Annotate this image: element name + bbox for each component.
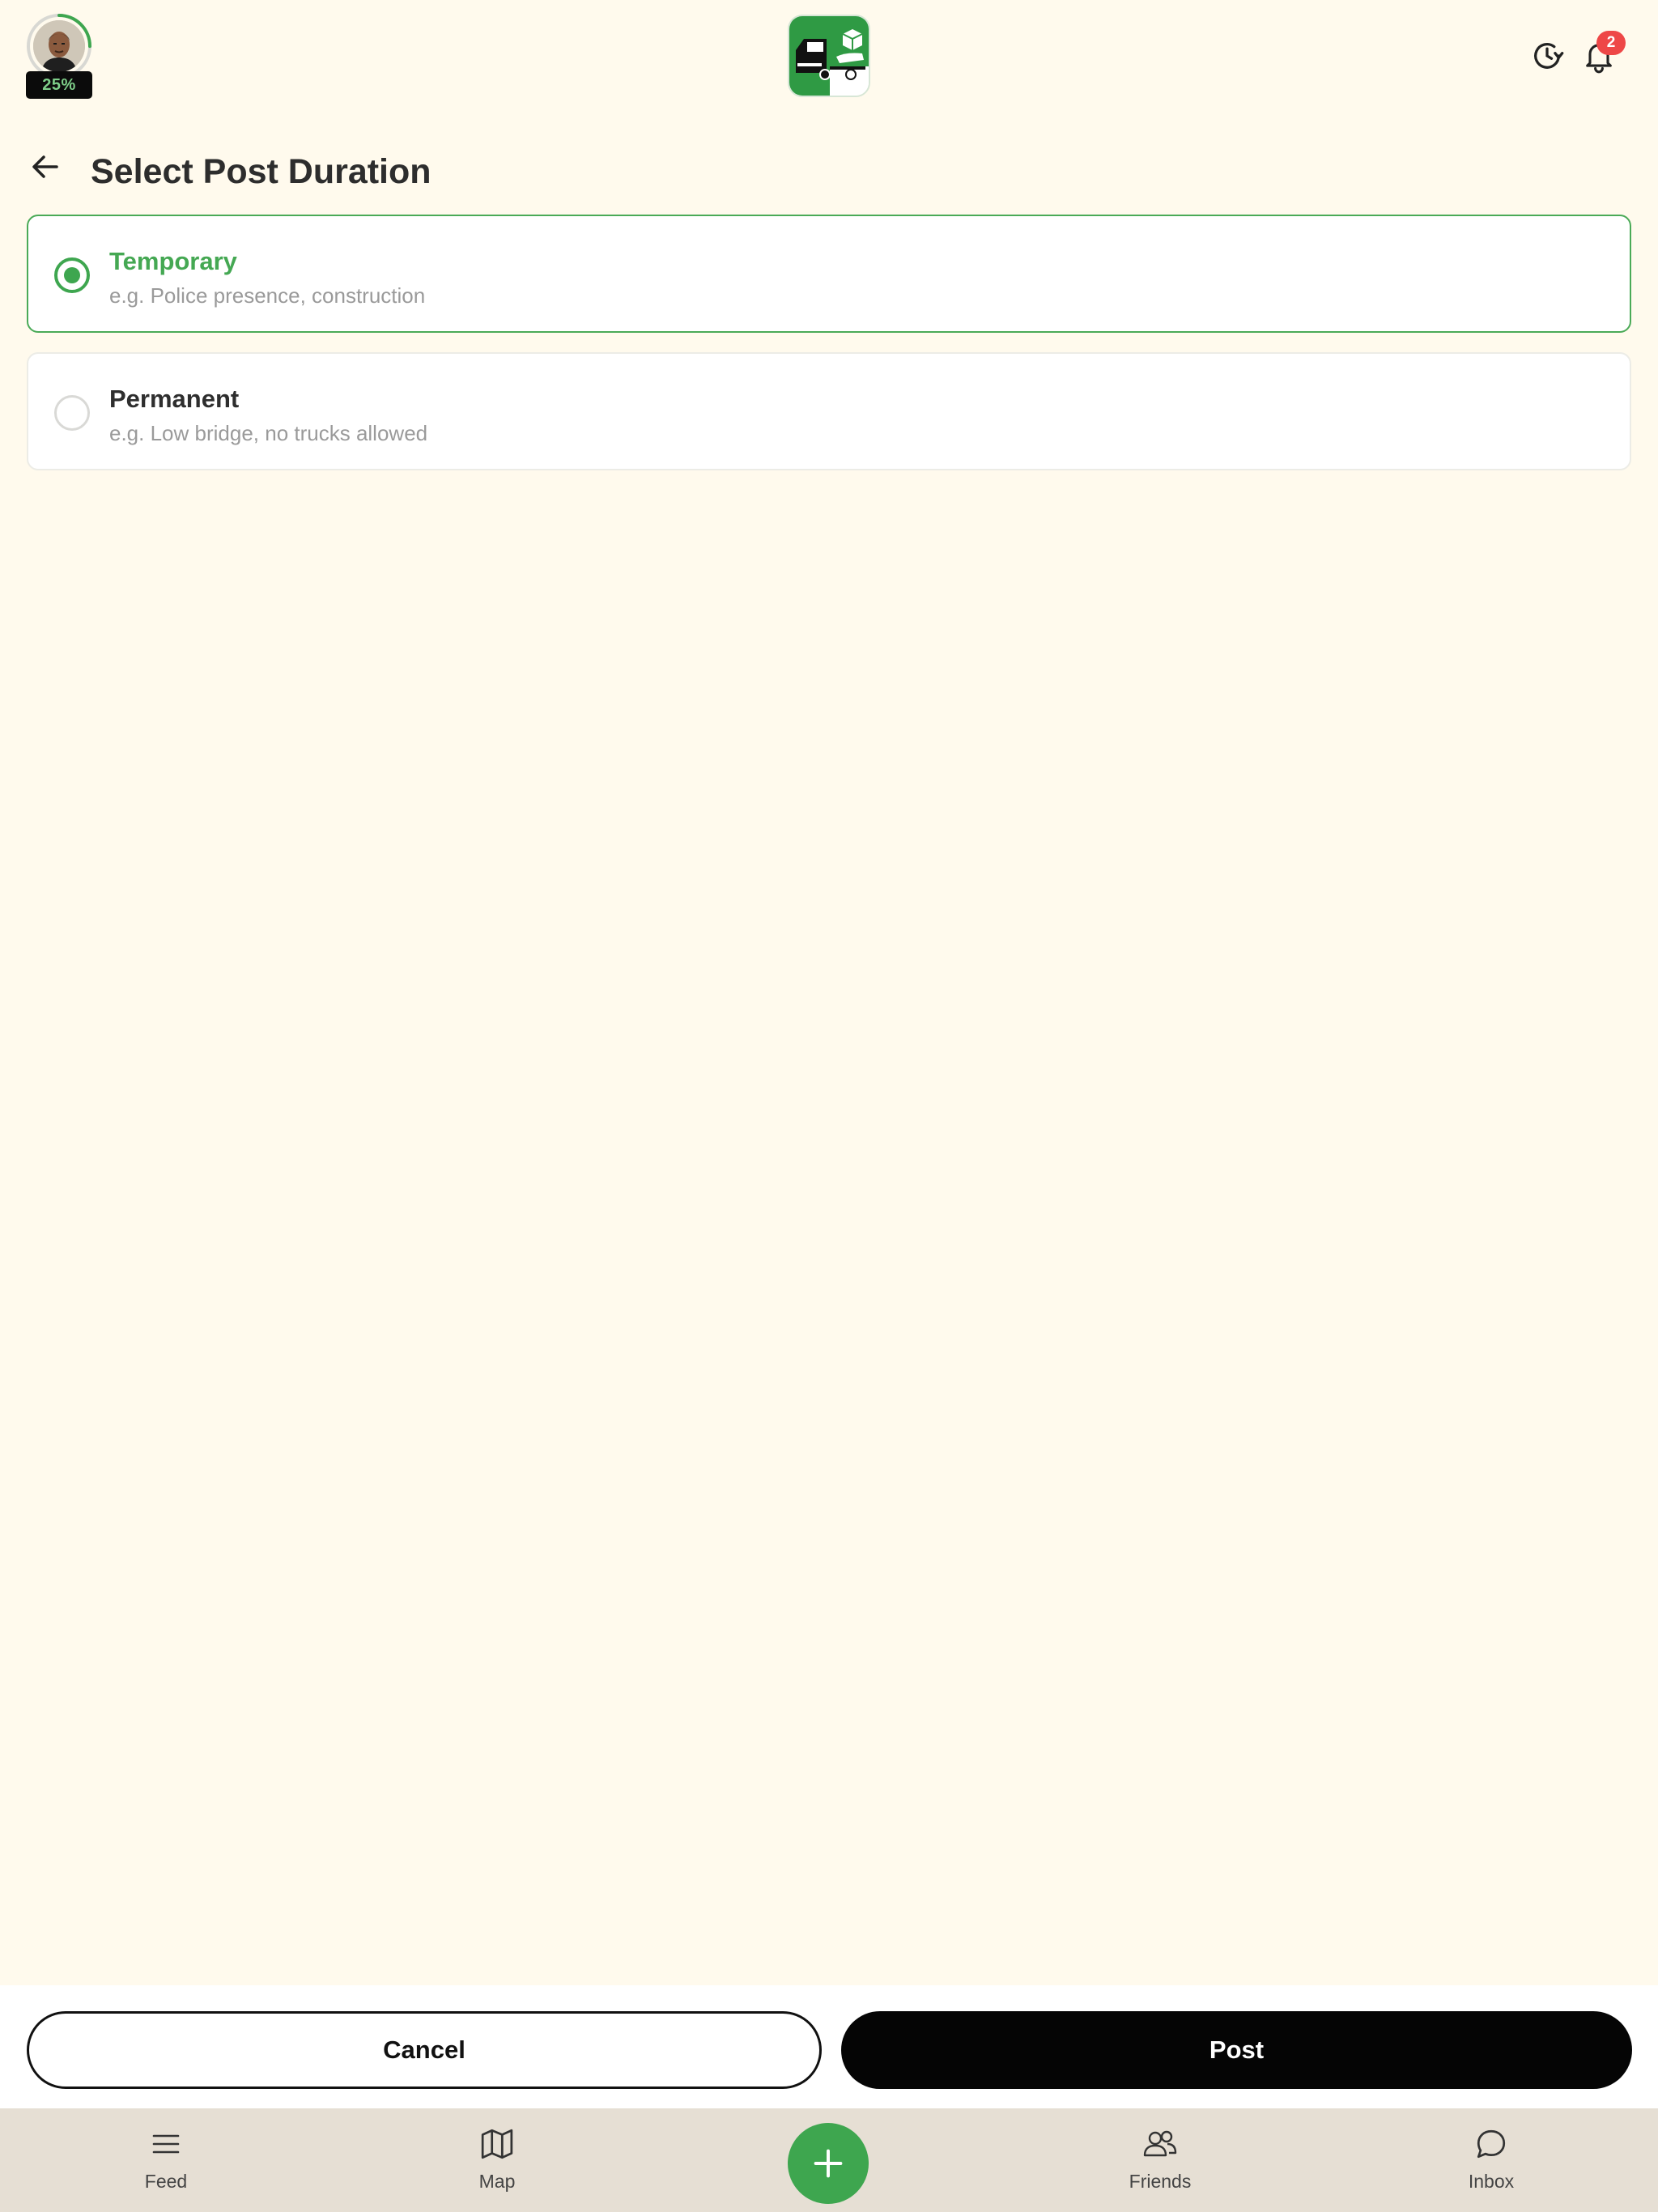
page-title: Select Post Duration <box>91 152 432 191</box>
friends-icon <box>1141 2125 1180 2163</box>
back-button[interactable] <box>24 146 66 188</box>
radio-permanent[interactable] <box>54 395 90 431</box>
option-temporary[interactable]: Temporary e.g. Police presence, construc… <box>27 215 1631 333</box>
profile-avatar-button[interactable]: 25% <box>26 13 92 100</box>
truck-logo-icon <box>789 16 869 96</box>
tab-label: Inbox <box>1468 2171 1515 2192</box>
menu-lines-icon <box>147 2125 185 2163</box>
bottom-tab-bar: Feed Map Friends Inbox <box>0 2108 1658 2212</box>
option-permanent[interactable]: Permanent e.g. Low bridge, no trucks all… <box>27 352 1631 470</box>
notification-count-badge: 2 <box>1596 31 1626 55</box>
create-post-button[interactable] <box>788 2123 869 2204</box>
radio-selected-dot <box>64 267 80 283</box>
option-title: Temporary <box>109 247 237 275</box>
radio-temporary[interactable] <box>54 257 90 293</box>
clock-history-icon <box>1534 43 1564 69</box>
tab-label: Friends <box>1129 2171 1192 2192</box>
tab-friends[interactable]: Friends <box>1079 2125 1241 2202</box>
post-button[interactable]: Post <box>841 2011 1632 2089</box>
option-subtitle: e.g. Police presence, construction <box>109 283 426 308</box>
tab-feed[interactable]: Feed <box>85 2125 247 2202</box>
arrow-left-icon <box>32 155 58 178</box>
chat-bubble-icon <box>1472 2125 1511 2163</box>
app-screen: 25% 2 Select Post Duration Temporary e.g… <box>0 0 1658 2212</box>
map-icon <box>478 2125 517 2163</box>
profile-progress-label: 25% <box>26 71 92 99</box>
tab-inbox[interactable]: Inbox <box>1410 2125 1572 2202</box>
option-title: Permanent <box>109 385 240 413</box>
action-bar: Cancel Post <box>0 1985 1658 2108</box>
plus-icon <box>814 2149 843 2178</box>
option-subtitle: e.g. Low bridge, no trucks allowed <box>109 421 428 445</box>
tab-map[interactable]: Map <box>416 2125 578 2202</box>
tab-label: Feed <box>144 2171 188 2192</box>
app-logo <box>788 15 870 97</box>
tab-label: Map <box>478 2171 516 2192</box>
cancel-button[interactable]: Cancel <box>27 2011 822 2089</box>
avatar <box>33 20 85 72</box>
history-button[interactable] <box>1527 36 1567 76</box>
